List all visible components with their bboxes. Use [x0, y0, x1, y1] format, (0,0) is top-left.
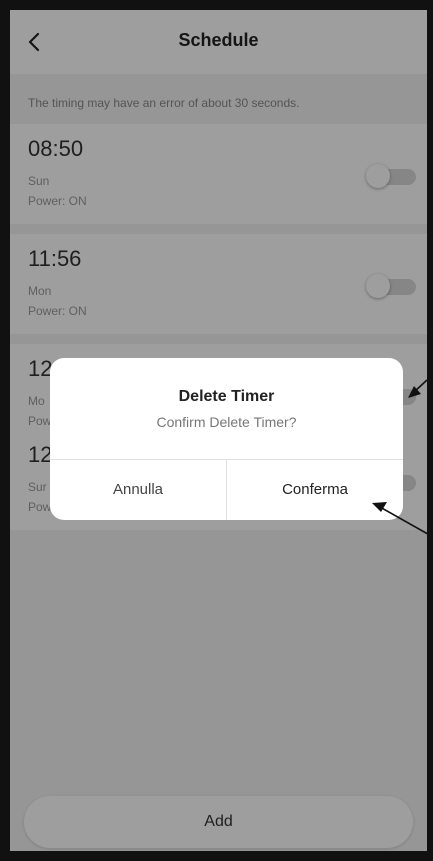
annotation-arrow-confirm	[379, 506, 427, 535]
annotation-arrows	[372, 379, 427, 535]
app-screen: Schedule The timing may have an error of…	[10, 10, 427, 851]
